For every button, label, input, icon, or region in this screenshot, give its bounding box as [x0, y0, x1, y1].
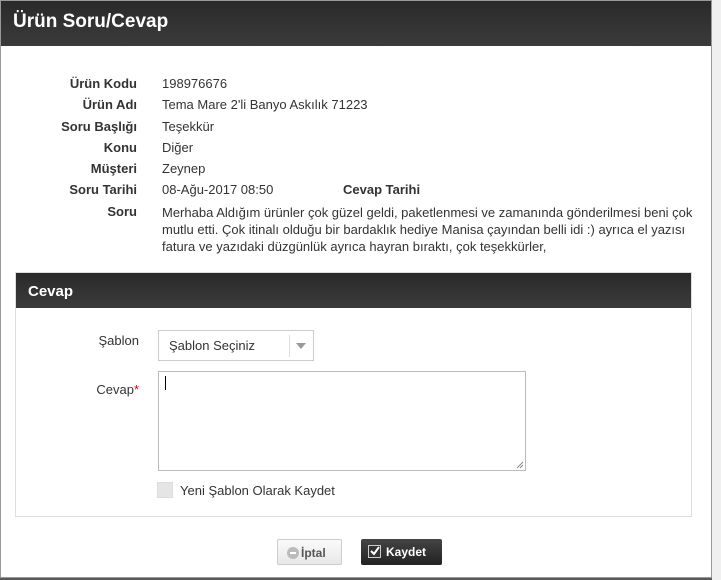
subject-label: Konu	[103, 140, 137, 155]
template-select-value: Şablon Seçiniz	[169, 338, 255, 353]
answer-panel-title: Cevap	[28, 283, 74, 300]
required-mark: *	[133, 382, 139, 397]
question-title-value: Teşekkür	[162, 119, 215, 134]
question-date-label: Soru Tarihi	[69, 182, 137, 197]
save-as-template-checkbox[interactable]	[157, 482, 173, 498]
product-code-label: Ürün Kodu	[69, 76, 137, 91]
resize-grip-icon[interactable]	[516, 461, 524, 469]
question-text: Merhaba Aldığım ürünler çok güzel geldi,…	[162, 205, 693, 254]
customer-value: Zeynep	[162, 161, 206, 176]
template-select[interactable]: Şablon Seçiniz	[158, 330, 314, 361]
select-divider	[289, 335, 290, 357]
cancel-button[interactable]: İptal	[277, 539, 342, 565]
modal-title: Ürün Soru/Cevap	[13, 11, 169, 32]
question-date-value: 08-Ağu-2017 08:50	[162, 182, 274, 197]
answer-textarea-overlay	[158, 371, 526, 471]
answer-panel: Cevap Şablon Şablon Seçiniz Cevap* Yeni …	[15, 272, 692, 517]
save-as-template-label[interactable]: Yeni Şablon Olarak Kaydet	[180, 483, 335, 498]
background-page	[712, 0, 721, 580]
cancel-button-label: İptal	[301, 546, 326, 560]
question-label: Soru	[107, 204, 137, 219]
customer-label: Müşteri	[90, 161, 137, 176]
chevron-down-icon[interactable]	[296, 343, 306, 349]
save-button-label: Kaydet	[386, 545, 427, 559]
answer-label: Cevap*	[16, 382, 139, 397]
answer-label-text: Cevap	[96, 382, 134, 397]
subject-value: Diğer	[162, 140, 194, 155]
check-icon	[368, 545, 381, 558]
answer-panel-header: Cevap	[16, 273, 691, 308]
template-label: Şablon	[98, 333, 139, 348]
text-caret	[165, 376, 166, 390]
product-name-label: Ürün Adı	[82, 97, 137, 112]
product-name-value: Tema Mare 2'li Banyo Askılık 71223	[162, 97, 368, 112]
question-title-label: Soru Başlığı	[61, 119, 137, 134]
product-qa-modal: Ürün Soru/Cevap Ürün Kodu 198976676 Ürün…	[0, 0, 712, 578]
save-button[interactable]: Kaydet	[361, 539, 442, 565]
modal-header: Ürün Soru/Cevap	[1, 1, 711, 46]
answer-date-label: Cevap Tarihi	[343, 182, 421, 197]
minus-circle-icon	[287, 547, 299, 559]
product-code-value: 198976676	[162, 76, 228, 91]
